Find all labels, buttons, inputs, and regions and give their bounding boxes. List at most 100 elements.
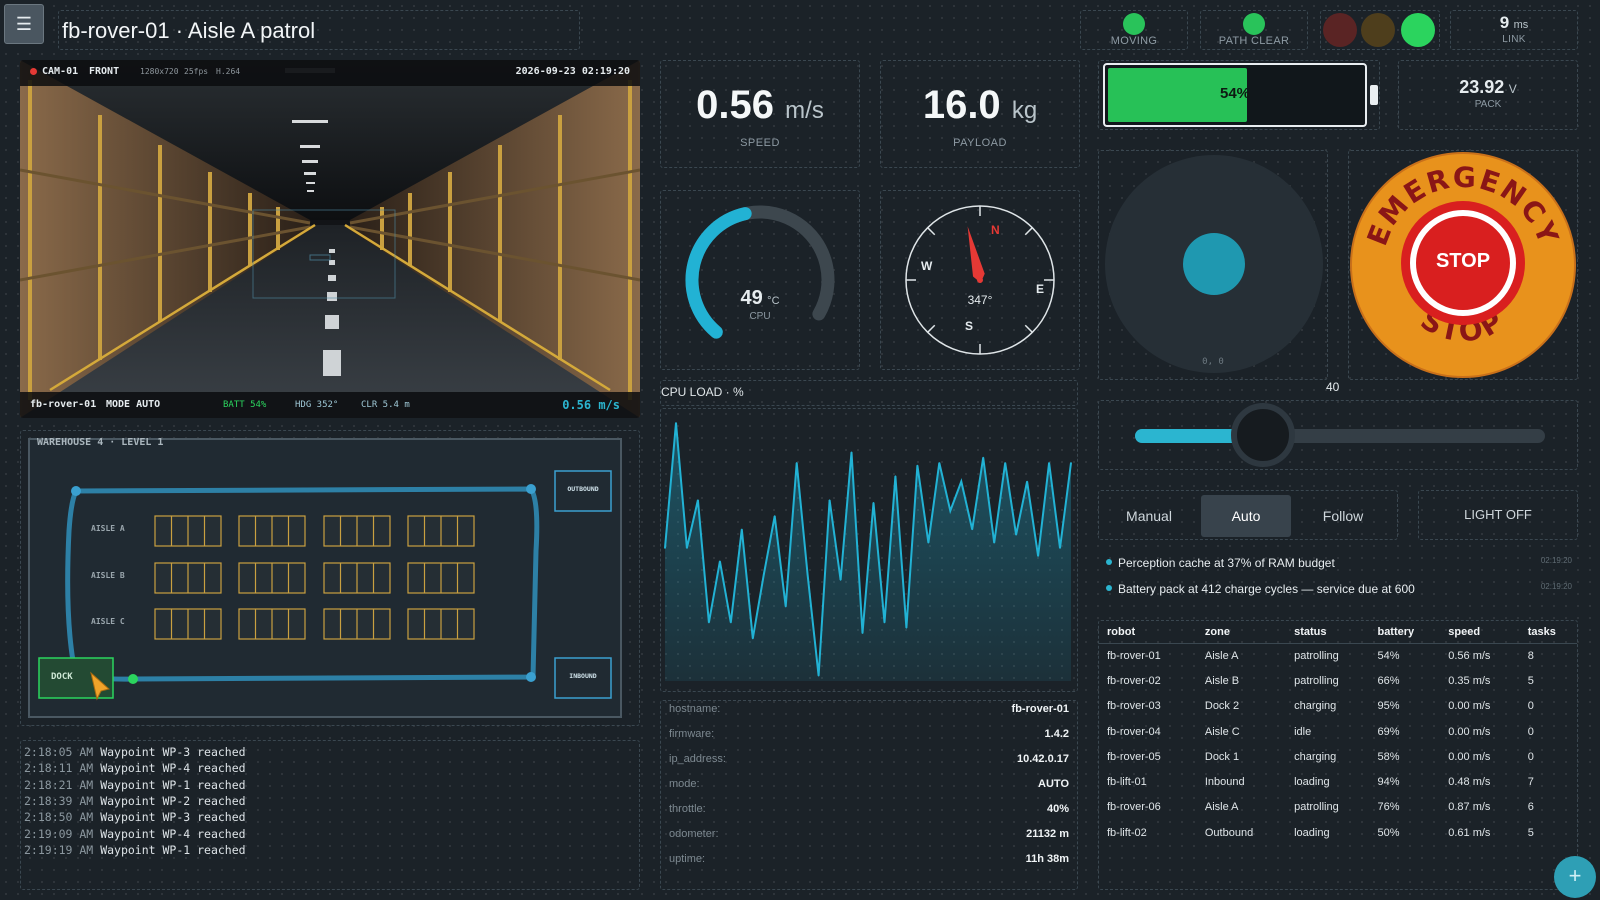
table-row[interactable]: fb-lift-02 Outbound loading 50% 0.61 m/s 5 <box>1099 820 1577 845</box>
cpu-temp-unit: °C <box>767 295 780 307</box>
compass-tick <box>1024 324 1033 333</box>
table-cell: patrolling <box>1294 801 1339 814</box>
column-header[interactable]: status <box>1286 621 1370 644</box>
plus-icon: + <box>1568 863 1582 888</box>
column-header[interactable]: speed <box>1440 621 1520 644</box>
table-cell: 6 <box>1527 801 1534 814</box>
column-header[interactable]: robot <box>1099 621 1197 644</box>
throttle-thumb[interactable] <box>1230 403 1295 467</box>
table-cell: Aisle B <box>1204 674 1240 687</box>
aisle-c-label: AISLE C <box>91 617 125 626</box>
payload-label: PAYLOAD <box>953 137 1007 149</box>
table-row[interactable]: fb-rover-01 Aisle A patrolling 54% 0.56 m/s 8 <box>1099 643 1577 668</box>
info-key: uptime: <box>669 853 706 865</box>
robot-info: hostname: fb-rover-01 firmware: 1.4.2 ip_add… <box>660 700 1078 890</box>
link-label: LINK <box>1502 34 1526 45</box>
table-row[interactable]: fb-rover-02 Aisle B patrolling 66% 0.35 m/s 5 <box>1099 668 1577 693</box>
joystick-tile[interactable]: 0, 0 <box>1098 150 1328 380</box>
table-row[interactable]: fb-rover-03 Dock 2 charging 95% 0.00 m/s 0 <box>1099 694 1577 719</box>
cpu-temp-label: CPU <box>749 311 771 322</box>
table-cell: fb-rover-02 <box>1107 674 1161 687</box>
waypoint-1[interactable] <box>71 486 81 496</box>
column-header[interactable]: zone <box>1196 621 1287 644</box>
compass-tick <box>1024 227 1033 236</box>
cpu-load-area <box>665 423 1071 681</box>
add-button[interactable]: + <box>1554 856 1596 898</box>
log-entry: 2:18:05 AM Waypoint WP-3 reached <box>24 745 246 759</box>
cpu-chart-title: CPU LOAD · % <box>661 385 744 399</box>
alert-item: Perception cache at 37% of RAM budget 02:… <box>1106 556 1572 576</box>
cpu-temp-gauge <box>685 205 835 339</box>
table-row[interactable]: fb-rover-05 Dock 1 charging 58% 0.00 m/s 0 <box>1099 744 1577 769</box>
cpu-load-point <box>795 462 798 464</box>
path-status: PATH CLEAR <box>1200 10 1308 50</box>
info-value: AUTO <box>1038 778 1069 790</box>
cpu-load-point <box>861 632 864 634</box>
cpu-load-point <box>828 499 831 501</box>
estop-center-text: STOP <box>1435 250 1491 272</box>
log-message: Waypoint WP-3 reached <box>100 745 246 759</box>
table-row[interactable]: fb-rover-04 Aisle C idle 69% 0.00 m/s 0 <box>1099 719 1577 744</box>
table-cell: fb-lift-01 <box>1107 776 1147 789</box>
moving-status: MOVING <box>1080 10 1188 50</box>
info-value: 21132 m <box>1026 828 1069 840</box>
estop-tile[interactable]: EMERGENCY STOP STOP <box>1348 150 1578 380</box>
path-indicator-icon <box>1243 13 1265 35</box>
table-cell: charging <box>1294 700 1337 713</box>
waypoint-2[interactable] <box>526 484 536 494</box>
menu-button[interactable]: ☰ <box>4 4 44 44</box>
log-message: Waypoint WP-1 reached <box>100 777 246 792</box>
table-cell: 0.00 m/s <box>1448 750 1491 763</box>
cpu-load-point <box>1059 547 1061 549</box>
battery-tile: 54% <box>1098 60 1380 130</box>
speed-tile: 0.56 m/s SPEED <box>660 60 860 168</box>
event-log[interactable]: 2:18:05 AM Waypoint WP-3 reached 2:18:11 … <box>20 740 640 890</box>
log-time: 2:19:09 AM <box>24 826 94 841</box>
compass-needle-icon <box>967 226 985 283</box>
camera-top-bar: CAM-01 FRONT 1280x720 25fps H.264 2026-0… <box>20 60 640 86</box>
log-time: 2:18:50 AM <box>24 810 94 825</box>
throttle-slider-tile[interactable] <box>1098 400 1578 470</box>
cpu-load-point <box>883 621 886 624</box>
mode-selector[interactable]: Manual Auto Follow <box>1098 490 1398 540</box>
info-row: throttle: 40% <box>669 803 1069 823</box>
column-header[interactable]: tasks <box>1519 621 1577 644</box>
cam-timestamp: 2026-09-23 02:19:20 <box>515 66 630 77</box>
cam-robot: fb-rover-01 <box>30 399 97 410</box>
info-key: hostname: <box>669 703 721 715</box>
alert-text: Perception cache at 37% of RAM budget <box>1118 556 1335 570</box>
table-row[interactable]: fb-rover-06 Aisle A patrolling 76% 0.87 m/s 6 <box>1099 795 1577 820</box>
moving-indicator-icon <box>1123 13 1145 35</box>
table-cell: 7 <box>1527 776 1534 789</box>
cpu-temp-value: 49 <box>740 287 763 309</box>
payload-unit: kg <box>1011 97 1038 124</box>
table-row[interactable]: fb-lift-01 Inbound loading 94% 0.48 m/s 7 <box>1099 769 1577 794</box>
info-key: ip_address: <box>669 753 726 765</box>
mode-auto-button[interactable]: Auto <box>1201 495 1291 537</box>
joystick-knob[interactable] <box>1183 233 1245 295</box>
mode-manual-button[interactable]: Manual <box>1104 495 1194 537</box>
mode-follow-button[interactable]: Follow <box>1298 495 1388 537</box>
cam-batt: BATT 54% <box>223 400 267 410</box>
alert-time: 02:19:20 <box>1540 556 1572 565</box>
column-header[interactable]: battery <box>1369 621 1441 644</box>
info-value: fb-rover-01 <box>1011 703 1069 715</box>
camera-feed[interactable]: CAM-01 FRONT 1280x720 25fps H.264 2026-0… <box>20 60 640 418</box>
compass-tile: N E S W 347° <box>880 190 1080 370</box>
warehouse-map[interactable]: WAREHOUSE 4 · LEVEL 1 AISLE A AISLE B AI… <box>20 430 640 726</box>
table-cell: Aisle C <box>1204 725 1240 738</box>
waypoint-3[interactable] <box>526 672 536 682</box>
table-cell: 0.56 m/s <box>1448 649 1491 662</box>
battery-gauge: 54% <box>1103 63 1367 127</box>
cam-codec: H.264 <box>216 67 241 76</box>
table-cell: 0 <box>1527 725 1534 738</box>
fleet-table[interactable]: robot zone status battery speed tasks fb-rove… <box>1098 620 1578 890</box>
red-light-icon <box>1323 13 1357 47</box>
light-toggle-button[interactable]: LIGHT OFF <box>1418 490 1578 540</box>
cpu-load-point <box>971 528 974 531</box>
waypoint-4[interactable] <box>128 674 138 684</box>
table-cell: 5 <box>1527 826 1534 839</box>
table-cell: 54% <box>1377 649 1400 662</box>
cpu-load-point <box>839 579 842 581</box>
cpu-load-point <box>664 547 666 549</box>
